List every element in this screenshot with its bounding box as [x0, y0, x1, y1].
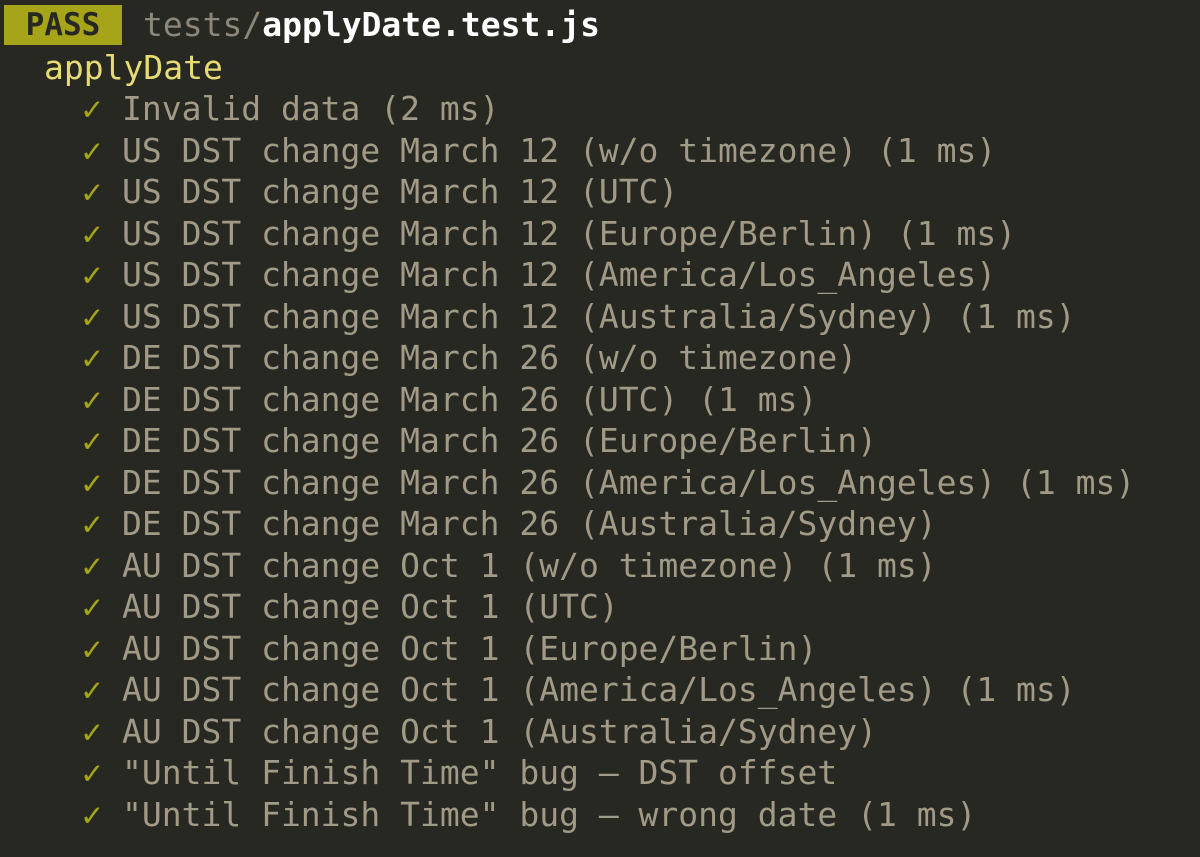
test-duration: (1 ms) [857, 794, 977, 834]
check-icon: ✓ [82, 213, 102, 253]
pass-badge: PASS [4, 5, 122, 45]
check-icon: ✓ [82, 296, 102, 336]
check-icon: ✓ [82, 379, 102, 419]
test-name: Invalid data [122, 89, 361, 128]
test-duration: (1 ms) [956, 670, 1076, 709]
check-icon: ✓ [82, 255, 102, 294]
test-name: US DST change March 12 (UTC) [122, 172, 679, 211]
test-name: AU DST change Oct 1 (Europe/Berlin) [122, 628, 818, 668]
test-duration: (1 ms) [698, 379, 818, 419]
test-name: DE DST change March 26 (UTC) [122, 379, 679, 419]
test-result-row: ✓ "Until Finish Time" bug — wrong date (1… [82, 794, 1135, 836]
test-result-row: ✓ Invalid data (2 ms) [82, 88, 1135, 130]
check-icon: ✓ [82, 753, 102, 792]
test-name: "Until Finish Time" bug — wrong date [122, 794, 838, 834]
test-result-row: ✓ DE DST change March 26 (Australia/Sydne… [82, 503, 1135, 545]
test-duration: (1 ms) [817, 545, 937, 585]
check-icon: ✓ [82, 545, 102, 585]
check-icon: ✓ [82, 172, 102, 211]
test-result-row: ✓ DE DST change March 26 (America/Los_Ang… [82, 462, 1135, 504]
test-result-row: ✓ DE DST change March 26 (UTC) (1 ms) [82, 379, 1135, 421]
check-icon: ✓ [82, 130, 102, 170]
check-icon: ✓ [82, 670, 102, 709]
test-result-row: ✓ AU DST change Oct 1 (Australia/Sydney) [82, 711, 1135, 753]
test-result-row: ✓ US DST change March 12 (America/Los_Ang… [82, 254, 1135, 296]
test-name: AU DST change Oct 1 (Australia/Sydney) [122, 711, 877, 751]
test-name: DE DST change March 26 (America/Los_Ange… [122, 462, 997, 502]
check-icon: ✓ [82, 794, 102, 834]
test-result-row: ✓ AU DST change Oct 1 (America/Los_Angele… [82, 669, 1135, 711]
test-name: "Until Finish Time" bug — DST offset [122, 753, 838, 792]
test-name: AU DST change Oct 1 (UTC) [122, 587, 619, 626]
test-duration: (1 ms) [896, 213, 1017, 253]
test-dir: tests/ [143, 5, 263, 44]
test-name: US DST change March 12 (Australia/Sydney… [122, 296, 937, 336]
test-duration: (1 ms) [956, 296, 1076, 336]
test-name: AU DST change Oct 1 (w/o timezone) [122, 545, 798, 585]
check-icon: ✓ [82, 338, 102, 377]
test-name: DE DST change March 26 (Europe/Berlin) [122, 421, 877, 460]
test-name: DE DST change March 26 (Australia/Sydney… [122, 504, 937, 543]
test-duration: (2 ms) [380, 89, 500, 128]
check-icon: ✓ [82, 587, 102, 626]
check-icon: ✓ [82, 89, 102, 128]
check-icon: ✓ [82, 462, 102, 502]
check-icon: ✓ [82, 421, 102, 460]
test-result-row: ✓ US DST change March 12 (UTC) [82, 171, 1135, 213]
test-file-name: applyDate.test.js [262, 5, 600, 44]
test-result-row: ✓ DE DST change March 26 (Europe/Berlin) [82, 420, 1135, 462]
test-result-row: ✓ AU DST change Oct 1 (UTC) [82, 586, 1135, 628]
test-result-row: ✓ US DST change March 12 (w/o timezone) (… [82, 130, 1135, 172]
test-result-row: ✓ DE DST change March 26 (w/o timezone) [82, 337, 1135, 379]
test-name: US DST change March 12 (America/Los_Ange… [122, 255, 997, 294]
test-name: AU DST change Oct 1 (America/Los_Angeles… [122, 670, 937, 709]
test-name: US DST change March 12 (w/o timezone) [122, 130, 858, 170]
check-icon: ✓ [82, 711, 102, 751]
test-duration: (1 ms) [1016, 462, 1136, 502]
test-result-row: ✓ AU DST change Oct 1 (w/o timezone) (1 m… [82, 545, 1135, 587]
test-file-path: tests/applyDate.test.js [143, 5, 600, 45]
check-icon: ✓ [82, 628, 102, 668]
test-list: ✓ Invalid data (2 ms) ✓ US DST change March… [82, 88, 1135, 835]
test-duration: (1 ms) [876, 130, 997, 170]
terminal-window: PASS tests/applyDate.test.js applyDate ✓… [0, 0, 1200, 857]
suite-name: applyDate [44, 48, 223, 87]
check-icon: ✓ [82, 504, 102, 543]
test-name: DE DST change March 26 (w/o timezone) [122, 338, 858, 377]
test-name: US DST change March 12 (Europe/Berlin) [122, 213, 877, 253]
test-result-row: ✓ US DST change March 12 (Australia/Sydne… [82, 296, 1135, 338]
test-result-row: ✓ US DST change March 12 (Europe/Berlin) … [82, 213, 1135, 255]
test-result-row: ✓ AU DST change Oct 1 (Europe/Berlin) [82, 628, 1135, 670]
test-result-row: ✓ "Until Finish Time" bug — DST offset [82, 752, 1135, 794]
